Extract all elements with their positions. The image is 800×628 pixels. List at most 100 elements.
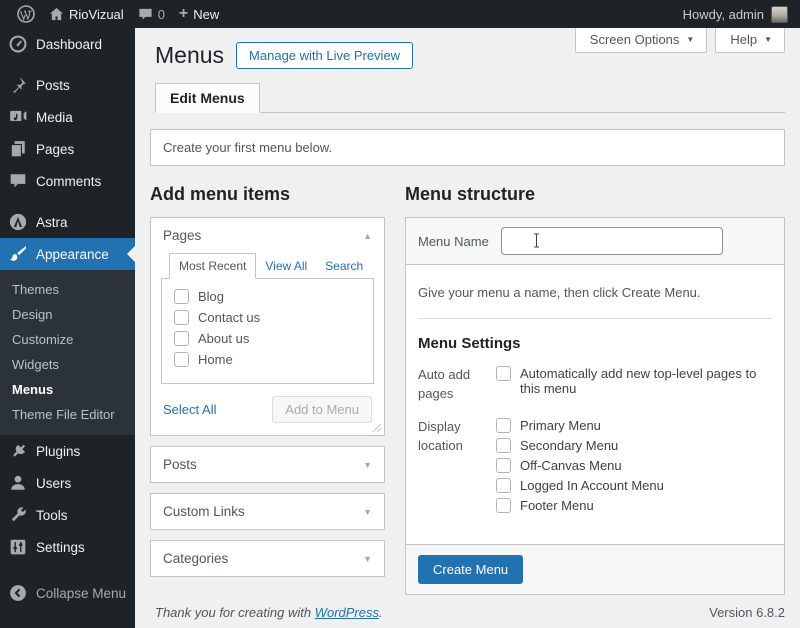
sidebar-item-posts[interactable]: Posts	[0, 69, 135, 101]
checkbox[interactable]	[496, 366, 511, 382]
comments-menu[interactable]: 0	[131, 0, 172, 28]
pages-panel: Pages ▲ Most Recent View All Search Blog	[150, 217, 385, 437]
sidebar-item-media[interactable]: Media	[0, 101, 135, 133]
tab-search[interactable]: Search	[316, 254, 372, 278]
wordpress-logo-icon[interactable]	[10, 0, 42, 28]
checkbox[interactable]	[496, 458, 511, 474]
checkbox[interactable]	[174, 331, 189, 347]
menu-edit-body: Give your menu a name, then click Create…	[406, 265, 784, 538]
screen-meta: Screen Options ▼ Help ▼	[574, 27, 785, 53]
display-location-label: Display location	[418, 419, 463, 454]
location-label: Secondary Menu	[520, 438, 619, 454]
select-all-link[interactable]: Select All	[163, 402, 216, 417]
screen-options-button[interactable]: Screen Options ▼	[574, 27, 708, 53]
comments-count: 0	[157, 6, 165, 22]
location-primary-menu[interactable]: Primary Menu	[496, 418, 772, 434]
menu-name-row: Menu Name	[406, 218, 784, 266]
sidebar-item-label: Pages	[36, 141, 75, 157]
add-menu-items-column: Add menu items Pages ▲ Most Recent View …	[150, 184, 385, 588]
checkbox[interactable]	[174, 310, 189, 326]
sidebar-item-astra[interactable]: Astra	[0, 206, 135, 238]
resize-grip-icon[interactable]	[372, 423, 382, 433]
sidebar-item-comments[interactable]: Comments	[0, 165, 135, 197]
location-footer-menu[interactable]: Footer Menu	[496, 498, 772, 514]
appearance-brush-icon	[10, 246, 27, 261]
page-item-label: Contact us	[198, 310, 261, 326]
auto-add-pages-option[interactable]: Automatically add new top-level pages to…	[496, 366, 772, 396]
checkbox[interactable]	[496, 498, 511, 514]
pages-panel-body: Most Recent View All Search Blog Contact…	[151, 253, 384, 435]
main-content: Screen Options ▼ Help ▼ Menus Manage wit…	[135, 27, 800, 628]
menu-structure-column: Menu structure Menu Name Give your menu …	[405, 184, 785, 596]
checkbox[interactable]	[174, 352, 189, 368]
pages-checklist: Blog Contact us About us Home	[161, 278, 374, 385]
chevron-down-icon: ▼	[764, 35, 772, 44]
checkbox[interactable]	[174, 289, 189, 305]
custom-links-panel-title: Custom Links	[163, 504, 245, 520]
location-label: Primary Menu	[520, 418, 601, 434]
sidebar-separator	[0, 563, 135, 572]
auto-add-pages-row: Auto add pages Automatically add new top…	[418, 366, 772, 404]
site-menu[interactable]: RioVizual	[42, 0, 131, 28]
submenu-item-menus[interactable]: Menus	[0, 377, 135, 402]
sidebar-item-appearance[interactable]: Appearance	[0, 238, 135, 270]
page-item-blog[interactable]: Blog	[174, 289, 373, 305]
sidebar-item-label: Astra	[36, 214, 68, 230]
sidebar-item-settings[interactable]: Settings	[0, 531, 135, 563]
sidebar-item-plugins[interactable]: Plugins	[0, 435, 135, 467]
plugin-icon	[13, 444, 26, 457]
submenu-item-themes[interactable]: Themes	[0, 277, 135, 302]
submenu-item-widgets[interactable]: Widgets	[0, 352, 135, 377]
tab-edit-menus[interactable]: Edit Menus	[155, 82, 260, 113]
submenu-item-theme-file-editor[interactable]: Theme File Editor	[0, 402, 135, 427]
pages-panel-footer: Select All Add to Menu	[161, 384, 374, 435]
location-off-canvas-menu[interactable]: Off-Canvas Menu	[496, 458, 772, 474]
pages-panel-header[interactable]: Pages ▲	[151, 218, 384, 253]
categories-panel: Categories ▼	[150, 540, 385, 578]
location-label: Footer Menu	[520, 498, 594, 514]
location-secondary-menu[interactable]: Secondary Menu	[496, 438, 772, 454]
wordpress-link[interactable]: WordPress	[315, 605, 379, 620]
submenu-item-design[interactable]: Design	[0, 302, 135, 327]
sidebar-item-users[interactable]: Users	[0, 467, 135, 499]
sidebar-item-label: Comments	[36, 173, 102, 189]
chevron-up-icon[interactable]: ▲	[363, 231, 372, 241]
checkbox[interactable]	[496, 438, 511, 454]
manage-with-live-preview-button[interactable]: Manage with Live Preview	[236, 42, 414, 70]
page-item-contact-us[interactable]: Contact us	[174, 310, 373, 326]
custom-links-panel-header[interactable]: Custom Links ▼	[151, 494, 384, 529]
sidebar-item-pages[interactable]: Pages	[0, 133, 135, 165]
posts-panel-title: Posts	[163, 457, 197, 473]
location-label: Logged In Account Menu	[520, 478, 664, 494]
page-item-about-us[interactable]: About us	[174, 331, 373, 347]
checkbox[interactable]	[496, 478, 511, 494]
help-button[interactable]: Help ▼	[715, 27, 785, 53]
media-icon	[10, 110, 27, 121]
sidebar-item-label: Appearance	[36, 246, 109, 262]
chevron-down-icon[interactable]: ▼	[363, 554, 372, 564]
sidebar-item-dashboard[interactable]: Dashboard	[0, 28, 135, 60]
checkbox[interactable]	[496, 418, 511, 434]
collapse-menu-label: Collapse Menu	[36, 585, 127, 601]
wrench-icon	[11, 507, 26, 522]
new-content-menu[interactable]: + New	[172, 0, 226, 28]
sidebar-item-label: Users	[36, 475, 72, 491]
tab-view-all[interactable]: View All	[256, 254, 316, 278]
tab-most-recent[interactable]: Most Recent	[169, 253, 257, 280]
submenu-item-customize[interactable]: Customize	[0, 327, 135, 352]
sidebar-item-tools[interactable]: Tools	[0, 499, 135, 531]
add-to-menu-button[interactable]: Add to Menu	[272, 396, 372, 424]
page-item-home[interactable]: Home	[174, 352, 373, 368]
chevron-down-icon[interactable]: ▼	[363, 460, 372, 470]
menu-name-input[interactable]	[500, 227, 723, 256]
location-logged-in-account-menu[interactable]: Logged In Account Menu	[496, 478, 772, 494]
collapse-menu-button[interactable]: Collapse Menu	[0, 577, 135, 609]
posts-panel-header[interactable]: Posts ▼	[151, 447, 384, 482]
sidebar-item-label: Plugins	[36, 443, 81, 459]
page-title: Menus	[155, 42, 225, 68]
create-menu-button[interactable]: Create Menu	[418, 555, 524, 585]
notice-message: Create your first menu below.	[150, 128, 785, 166]
categories-panel-header[interactable]: Categories ▼	[151, 541, 384, 576]
account-menu[interactable]: Howdy, admin	[683, 5, 790, 23]
chevron-down-icon[interactable]: ▼	[363, 507, 372, 517]
